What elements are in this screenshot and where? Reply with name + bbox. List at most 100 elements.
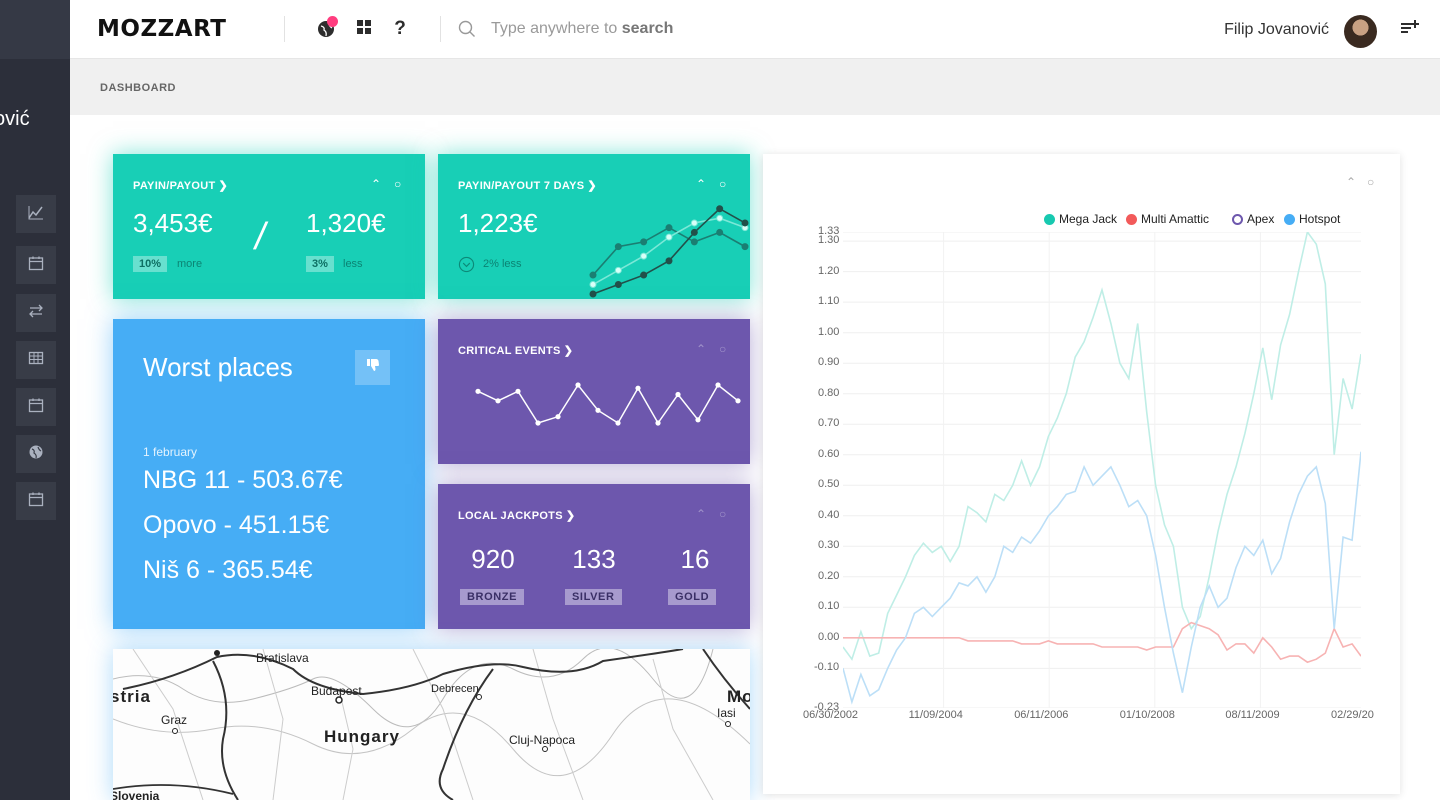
calendar-icon (28, 491, 44, 512)
jackpot-gold-value: 16 (680, 544, 710, 574)
card-title-link[interactable]: PAYIN/PAYOUT ❯ (133, 179, 228, 192)
payout-change-badge: 3% (306, 256, 334, 272)
x-tick-label: 06/11/2006 (1014, 709, 1069, 721)
sidebar-item-table[interactable] (16, 341, 56, 379)
map-card[interactable]: Bratislava stria Budapest Debrecen Mo Ia… (113, 649, 750, 800)
payout-change-label: less (343, 258, 363, 270)
apps-grid-button[interactable] (352, 17, 376, 41)
x-tick-label: 01/10/2008 (1119, 709, 1175, 721)
sparkline-point (665, 233, 673, 241)
map-label-austria: stria (113, 687, 151, 706)
critical-events-point (475, 388, 481, 394)
sparkline-point (640, 271, 648, 279)
sparkline-point (640, 252, 648, 260)
collapse-icon[interactable]: ⌃ (371, 177, 381, 191)
y-tick-label: 0.00 (818, 630, 840, 643)
divider (284, 16, 285, 42)
series-line (843, 621, 1361, 664)
map-label-budapest: Budapest (311, 684, 362, 698)
collapse-icon[interactable]: ⌃ (696, 507, 706, 521)
notification-dot (327, 16, 338, 27)
critical-events-card: CRITICAL EVENTS ❯ ⌃ ○ (438, 319, 750, 464)
worst-places-title: Worst places (143, 352, 293, 382)
payin-7days-change: 2% less (483, 258, 522, 270)
help-button[interactable]: ? (388, 17, 412, 41)
map-label-debrecen: Debrecen (431, 683, 479, 695)
sidebar-item-transfers[interactable] (16, 294, 56, 332)
payin-7days-value: 1,223€ (458, 208, 538, 238)
y-tick-label: 0.50 (818, 478, 840, 491)
sidebar-item-calendar-1[interactable] (16, 246, 56, 284)
mozzart-logo[interactable]: MOZZART (97, 16, 226, 42)
breadcrumb: DASHBOARD (100, 82, 176, 94)
payin-change-badge: 10% (133, 256, 168, 272)
y-tick-label: 1.30 (818, 234, 840, 247)
sparkline-point (589, 290, 597, 298)
x-tick-label: 11/09/2004 (908, 709, 963, 721)
sidebar-item-calendar-3[interactable] (16, 482, 56, 520)
sidebar-user-name: ović (0, 108, 30, 130)
collapse-icon[interactable]: ⌃ (696, 177, 706, 191)
map-label-moldova: Mo (727, 687, 750, 706)
sidebar-item-calendar-2[interactable] (16, 388, 56, 426)
search-input[interactable] (488, 16, 848, 44)
avatar[interactable] (1344, 15, 1377, 48)
chevron-down-circle-icon (458, 256, 475, 278)
chevron-right-icon: ❯ (218, 180, 228, 192)
critical-events-point (655, 420, 661, 426)
search-icon (458, 20, 476, 43)
user-name[interactable]: Filip Jovanović (1224, 21, 1329, 39)
x-tick-label: 02/29/20 (1331, 709, 1374, 721)
divider (440, 16, 441, 42)
y-tick-label: 1.20 (818, 264, 840, 277)
card-title-link[interactable]: CRITICAL EVENTS ❯ (458, 344, 573, 357)
legend-item-apex[interactable]: Apex (1232, 212, 1274, 226)
sidebar-item-analytics[interactable] (16, 195, 56, 233)
sparkline-point (741, 219, 749, 227)
legend-label: Apex (1247, 212, 1275, 226)
critical-events-point (555, 414, 561, 420)
legend-item-multi-amattic[interactable]: Multi Amattic (1126, 212, 1209, 226)
legend-label: Hotspot (1299, 212, 1341, 226)
sparkline-point (665, 224, 673, 232)
critical-events-point (615, 420, 621, 426)
worst-places-card: Worst places 1 february NBG 11 - 503.67€… (113, 319, 425, 629)
separator: / (251, 216, 270, 258)
map-label-graz: Graz (161, 713, 188, 727)
series-line (843, 232, 1361, 661)
thumbs-down-icon (366, 358, 380, 377)
payin-value: 3,453€ (133, 208, 213, 238)
legend-item-hotspot[interactable]: Hotspot (1284, 212, 1340, 226)
sparkline-point (741, 243, 749, 251)
add-list-icon[interactable] (1400, 19, 1420, 42)
payout-value: 1,320€ (306, 208, 386, 238)
local-jackpots-card: LOCAL JACKPOTS ❯ ⌃ ○ 920 133 16 BRONZE SI… (438, 484, 750, 629)
sparkline-point (716, 205, 724, 213)
globe-icon (28, 444, 44, 465)
collapse-icon[interactable]: ⌃ (696, 342, 706, 356)
critical-events-point (535, 420, 541, 426)
legend-item-mega-jack[interactable]: Mega Jack (1044, 212, 1117, 226)
collapse-icon[interactable]: ⌃ (1346, 175, 1356, 189)
sparkline-point (614, 266, 622, 274)
settings-circle-icon[interactable]: ○ (1367, 175, 1374, 189)
chevron-right-icon: ❯ (587, 180, 597, 192)
grid-icon (357, 19, 371, 39)
globe-icon (317, 16, 338, 38)
critical-events-point (495, 398, 501, 404)
card-title-link[interactable]: PAYIN/PAYOUT 7 DAYS ❯ (458, 179, 597, 192)
critical-events-point (675, 391, 681, 398)
map-label-cluj-napoca: Cluj-Napoca (509, 733, 576, 747)
sidebar-item-globe[interactable] (16, 435, 56, 473)
card-title-link[interactable]: LOCAL JACKPOTS ❯ (458, 509, 575, 522)
thumbs-down-button[interactable] (355, 350, 390, 385)
settings-circle-icon[interactable]: ○ (394, 177, 401, 191)
critical-events-point (735, 398, 741, 404)
sidebar-top-strip (0, 0, 70, 59)
settings-circle-icon[interactable]: ○ (719, 507, 726, 521)
y-tick-label: 0.80 (818, 386, 840, 399)
globe-notifications-button[interactable] (314, 16, 338, 41)
y-tick-label: 0.20 (818, 569, 840, 582)
settings-circle-icon[interactable]: ○ (719, 342, 726, 356)
settings-circle-icon[interactable]: ○ (719, 177, 726, 191)
